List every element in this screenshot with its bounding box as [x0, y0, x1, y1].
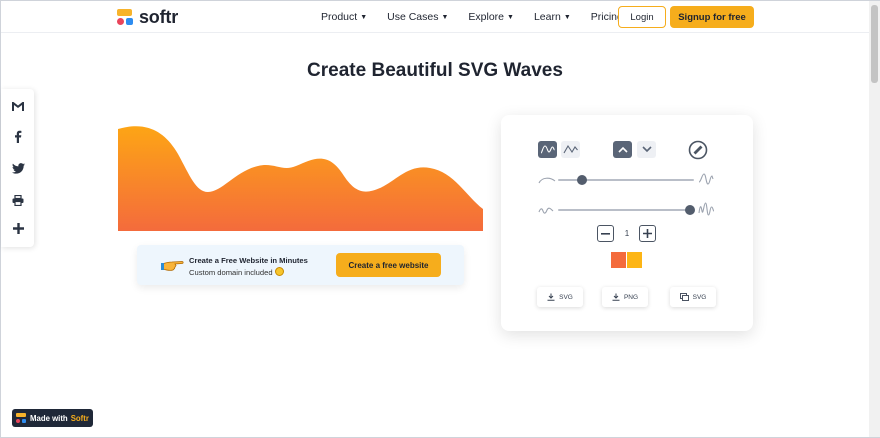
peak-wave-icon [563, 144, 578, 154]
wave-controls-panel: 1 SVG PNG SVG [501, 115, 753, 331]
facebook-icon[interactable] [10, 128, 26, 144]
nav-item-explore[interactable]: Explore ▼ [468, 11, 514, 23]
plus-icon [643, 229, 652, 238]
login-button[interactable]: Login [618, 6, 666, 28]
page-scrollbar[interactable] [869, 1, 880, 437]
randomize-button[interactable] [688, 140, 708, 160]
page-title: Create Beautiful SVG Waves [307, 60, 563, 81]
promo-subline-text: Custom domain included [189, 268, 273, 277]
smiley-icon [274, 267, 284, 276]
smooth-wave-button[interactable] [538, 141, 557, 158]
copy-icon [679, 293, 689, 301]
nav-item-use-cases[interactable]: Use Cases ▼ [387, 11, 448, 23]
download-png-button[interactable]: PNG [602, 287, 648, 307]
minus-icon [601, 232, 610, 235]
wave-down-button[interactable] [637, 141, 656, 158]
softr-logo[interactable]: softr [117, 7, 178, 27]
high-amplitude-icon [698, 173, 714, 185]
twitter-icon[interactable] [10, 160, 26, 176]
nav-label: Learn [533, 11, 561, 23]
made-with-text: Made with [30, 413, 68, 423]
pointing-hand-icon [161, 261, 184, 271]
made-with-brand: Softr [70, 413, 89, 423]
scrollbar-thumb[interactable] [871, 5, 878, 83]
color-swatch-start[interactable] [611, 252, 626, 268]
main-nav: Product ▼ Use Cases ▼ Explore ▼ Learn ▼ Pric… [321, 1, 643, 33]
smooth-wave-icon [540, 145, 555, 154]
color-swatch-end[interactable] [627, 252, 642, 268]
promo-headline: Create a Free Website in Minutes [189, 256, 308, 265]
plus-icon[interactable] [10, 220, 26, 236]
made-with-softr-badge[interactable]: Made with Softr [12, 409, 93, 427]
nav-item-learn[interactable]: Learn ▼ [534, 11, 571, 23]
gmail-icon[interactable] [10, 98, 26, 114]
caret-down-icon: ▼ [563, 13, 571, 21]
softr-logo-mark [117, 8, 134, 26]
download-png-label: PNG [623, 293, 639, 301]
low-amplitude-icon [538, 177, 556, 184]
chevron-up-icon [617, 146, 628, 153]
caret-down-icon: ▼ [441, 13, 449, 21]
download-icon [612, 293, 620, 301]
promo-card: Create a Free Website in Minutes Custom … [137, 245, 464, 285]
top-navbar: softr Product ▼ Use Cases ▼ Explore ▼ Learn… [1, 1, 869, 33]
peak-wave-button[interactable] [561, 141, 580, 158]
amplitude-slider-knob[interactable] [577, 175, 588, 185]
print-icon[interactable] [10, 192, 26, 208]
frequency-slider-track[interactable] [558, 209, 694, 211]
wave-preview [118, 126, 483, 231]
nav-item-product[interactable]: Product ▼ [321, 11, 367, 23]
download-icon [547, 293, 555, 301]
nav-label: Use Cases [387, 11, 439, 23]
download-svg-label: SVG [559, 293, 573, 301]
create-free-website-button[interactable]: Create a free website [336, 253, 441, 277]
frequency-slider-knob[interactable] [684, 205, 695, 215]
randomize-icon [688, 140, 708, 160]
layers-increase-button[interactable] [639, 225, 656, 242]
wave-up-button[interactable] [613, 141, 632, 158]
chevron-down-icon [641, 146, 652, 153]
nav-label: Explore [468, 11, 505, 23]
nav-label: Product [321, 11, 358, 23]
copy-svg-label: SVG [692, 293, 707, 301]
caret-down-icon: ▼ [360, 13, 368, 21]
signup-button[interactable]: Signup for free [670, 6, 754, 28]
softr-mini-logo [16, 413, 26, 423]
copy-svg-button[interactable]: SVG [670, 287, 716, 307]
wave-shape [118, 126, 483, 231]
layers-count[interactable]: 1 [615, 225, 639, 242]
download-svg-button[interactable]: SVG [537, 287, 583, 307]
high-frequency-icon [698, 202, 715, 216]
promo-subline: Custom domain included [189, 267, 284, 277]
layers-decrease-button[interactable] [597, 225, 614, 242]
logo-text: softr [139, 6, 178, 27]
caret-down-icon: ▼ [507, 13, 514, 21]
low-frequency-icon [538, 207, 554, 214]
share-sidebar [1, 89, 34, 247]
